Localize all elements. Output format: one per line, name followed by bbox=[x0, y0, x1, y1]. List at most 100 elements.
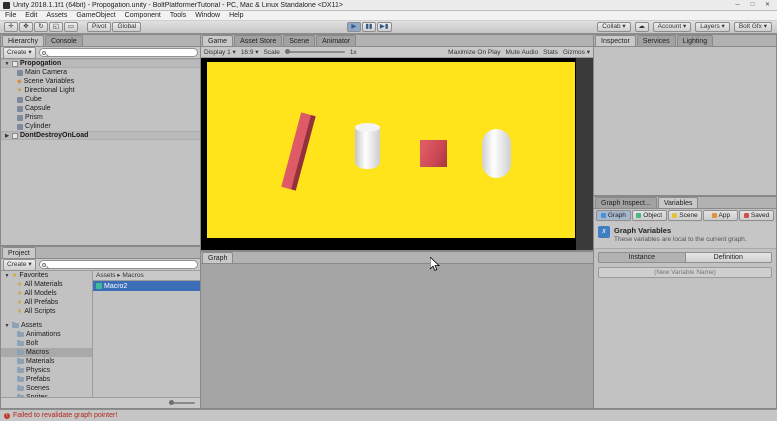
account-dropdown[interactable]: Account ▾ bbox=[653, 22, 692, 32]
folder-animations[interactable]: Animations bbox=[1, 330, 92, 339]
tab-hierarchy[interactable]: Hierarchy bbox=[2, 35, 44, 46]
favorites-root[interactable]: ▼ ★ Favorites bbox=[1, 271, 92, 280]
display-dropdown[interactable]: Display 1 ▾ bbox=[204, 48, 236, 56]
menu-help[interactable]: Help bbox=[229, 12, 243, 19]
assets-root[interactable]: ▼ Assets bbox=[1, 321, 92, 330]
graph-canvas[interactable] bbox=[201, 264, 593, 408]
menu-gameobject[interactable]: GameObject bbox=[76, 12, 115, 19]
gizmos-dropdown[interactable]: Gizmos ▾ bbox=[563, 48, 590, 56]
scale-slider-knob[interactable] bbox=[285, 49, 290, 54]
folder-physics[interactable]: Physics bbox=[1, 366, 92, 375]
maximize-button[interactable]: □ bbox=[745, 0, 760, 10]
menu-component[interactable]: Component bbox=[125, 12, 161, 19]
hierarchy-item-capsule[interactable]: Capsule bbox=[1, 104, 200, 113]
mute-audio-toggle[interactable]: Mute Audio bbox=[506, 49, 539, 56]
definition-tab[interactable]: Definition bbox=[686, 252, 773, 263]
cloud-button[interactable]: ☁ bbox=[635, 22, 649, 32]
favorite-all-prefabs[interactable]: ★ All Prefabs bbox=[1, 298, 92, 307]
scope-app-button[interactable]: App bbox=[703, 210, 738, 221]
pivot-toggle-button[interactable]: Pivot bbox=[87, 22, 111, 32]
hierarchy-item-main-camera[interactable]: Main Camera bbox=[1, 68, 200, 77]
menu-tools[interactable]: Tools bbox=[170, 12, 186, 19]
hierarchy-search-input[interactable] bbox=[50, 49, 197, 56]
menu-assets[interactable]: Assets bbox=[46, 12, 67, 19]
close-button[interactable]: ✕ bbox=[760, 0, 775, 10]
tab-animator[interactable]: Animator bbox=[316, 35, 356, 46]
scene-header-dontdestroyonload[interactable]: ▶ DontDestroyOnLoad bbox=[1, 131, 200, 140]
folder-materials[interactable]: Materials bbox=[1, 357, 92, 366]
scale-slider[interactable] bbox=[285, 51, 345, 53]
foldout-open-icon[interactable]: ▼ bbox=[4, 61, 10, 67]
hierarchy-create-button[interactable]: Create ▾ bbox=[3, 47, 36, 59]
hierarchy-searchbox[interactable] bbox=[39, 48, 198, 57]
project-search-input[interactable] bbox=[50, 261, 197, 268]
collab-dropdown[interactable]: Collab ▾ bbox=[597, 22, 631, 32]
instance-tab[interactable]: Instance bbox=[598, 252, 686, 263]
tab-project[interactable]: Project bbox=[2, 247, 36, 258]
layout-dropdown[interactable]: Bolt Gfx ▾ bbox=[734, 22, 772, 32]
tab-console[interactable]: Console bbox=[45, 35, 83, 46]
tab-graph-inspector[interactable]: Graph Inspect... bbox=[595, 197, 657, 208]
folder-scenes[interactable]: Scenes bbox=[1, 384, 92, 393]
hierarchy-item-directional-light[interactable]: ☀ Directional Light bbox=[1, 86, 200, 95]
new-variable-input[interactable]: (New Variable Name) bbox=[598, 267, 772, 278]
tab-lighting[interactable]: Lighting bbox=[677, 35, 714, 46]
folder-macros[interactable]: Macros bbox=[1, 348, 92, 357]
scope-object-button[interactable]: Object bbox=[632, 210, 667, 221]
menu-file[interactable]: File bbox=[5, 12, 16, 19]
pause-button[interactable]: ▮▮ bbox=[362, 22, 376, 32]
asset-item-macro[interactable]: Macro2 bbox=[93, 281, 200, 291]
icon-size-slider[interactable] bbox=[169, 402, 195, 404]
layers-dropdown[interactable]: Layers ▾ bbox=[695, 22, 730, 32]
hierarchy-item-scene-variables[interactable]: ◆ Scene Variables bbox=[1, 77, 200, 86]
item-label: All Prefabs bbox=[24, 299, 58, 306]
project-create-button[interactable]: Create ▾ bbox=[3, 259, 36, 271]
variable-scope-toolbar: Graph Object Scene App Saved bbox=[594, 209, 776, 222]
tab-graph[interactable]: Graph bbox=[202, 252, 233, 263]
project-searchbox[interactable] bbox=[39, 260, 198, 269]
maximize-on-play-toggle[interactable]: Maximize On Play bbox=[448, 49, 500, 56]
tab-scene[interactable]: Scene bbox=[283, 35, 315, 46]
scale-tool-button[interactable]: ◱ bbox=[49, 22, 63, 32]
foldout-open-icon[interactable]: ▼ bbox=[4, 323, 10, 329]
folder-prefabs[interactable]: Prefabs bbox=[1, 375, 92, 384]
rotate-tool-button[interactable]: ↻ bbox=[34, 22, 48, 32]
status-bar[interactable]: ! Failed to revalidate graph pointer! bbox=[0, 409, 777, 421]
tab-asset-store[interactable]: Asset Store bbox=[234, 35, 282, 46]
tab-inspector[interactable]: Inspector bbox=[595, 35, 636, 46]
folder-bolt[interactable]: Bolt bbox=[1, 339, 92, 348]
menu-window[interactable]: Window bbox=[195, 12, 220, 19]
game-render-area bbox=[201, 58, 593, 250]
item-label: Scene Variables bbox=[24, 78, 74, 85]
foldout-closed-icon[interactable]: ▶ bbox=[4, 133, 10, 139]
stats-toggle[interactable]: Stats bbox=[543, 49, 558, 56]
scope-saved-button[interactable]: Saved bbox=[739, 210, 774, 221]
project-breadcrumb[interactable]: Assets ▸ Macros bbox=[93, 271, 200, 281]
move-tool-button[interactable]: ✥ bbox=[19, 22, 33, 32]
folder-icon bbox=[12, 323, 19, 328]
hand-tool-button[interactable]: ✛ bbox=[4, 22, 18, 32]
favorite-all-models[interactable]: ★ All Models bbox=[1, 289, 92, 298]
hierarchy-item-cube[interactable]: Cube bbox=[1, 95, 200, 104]
favorite-all-materials[interactable]: ★ All Materials bbox=[1, 280, 92, 289]
tab-game[interactable]: Game bbox=[202, 35, 233, 46]
step-button[interactable]: ▶▮ bbox=[377, 22, 392, 32]
game-viewport[interactable] bbox=[207, 62, 575, 238]
rect-tool-button[interactable]: ▭ bbox=[64, 22, 78, 32]
tab-services[interactable]: Services bbox=[637, 35, 676, 46]
menu-edit[interactable]: Edit bbox=[25, 12, 37, 19]
slider-knob[interactable] bbox=[169, 400, 174, 405]
scope-scene-button[interactable]: Scene bbox=[668, 210, 703, 221]
favorite-all-scripts[interactable]: ★ All Scripts bbox=[1, 307, 92, 316]
scope-label: Object bbox=[643, 211, 662, 220]
hierarchy-item-cylinder[interactable]: Cylinder bbox=[1, 122, 200, 131]
hierarchy-item-prism[interactable]: Prism bbox=[1, 113, 200, 122]
tab-variables[interactable]: Variables bbox=[658, 197, 699, 208]
minimize-button[interactable]: ─ bbox=[730, 0, 745, 10]
foldout-open-icon[interactable]: ▼ bbox=[4, 273, 10, 279]
aspect-dropdown[interactable]: 16:9 ▾ bbox=[241, 48, 259, 56]
play-button[interactable]: ▶ bbox=[347, 22, 361, 32]
global-toggle-button[interactable]: Global bbox=[112, 22, 141, 32]
scope-graph-button[interactable]: Graph bbox=[596, 210, 631, 221]
scene-header-propogation[interactable]: ▼ Propogation bbox=[1, 59, 200, 68]
